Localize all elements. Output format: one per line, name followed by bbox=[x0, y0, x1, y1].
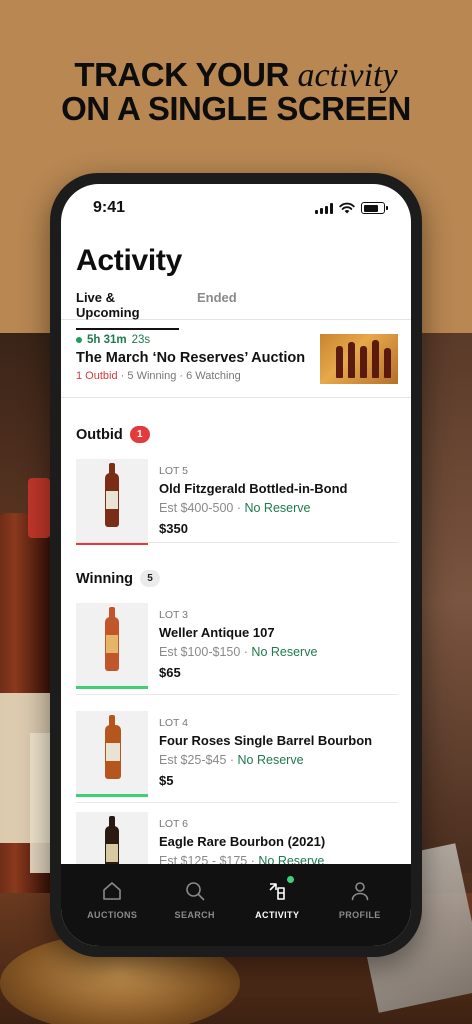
wifi-icon bbox=[339, 202, 355, 214]
tab-live-upcoming[interactable]: Live & Upcoming bbox=[76, 290, 179, 330]
notification-dot bbox=[287, 876, 295, 883]
status-time: 9:41 bbox=[93, 199, 126, 216]
battery-icon bbox=[361, 202, 388, 214]
auction-stats: 1 Outbid · 5 Winning · 6 Watching bbox=[76, 370, 241, 382]
divider bbox=[76, 542, 398, 543]
nav-activity[interactable]: ACTIVITY bbox=[242, 864, 312, 946]
tab-bar: Live & Upcoming Ended bbox=[61, 290, 411, 330]
profile-icon bbox=[351, 882, 369, 901]
nav-auctions[interactable]: AUCTIONS bbox=[77, 864, 147, 946]
home-icon bbox=[103, 882, 122, 900]
lot-item[interactable]: LOT 3 Weller Antique 107 Est $100-$150 ·… bbox=[76, 603, 398, 701]
winning-count-badge: 5 bbox=[140, 570, 161, 587]
activity-icon bbox=[266, 876, 295, 902]
nav-search[interactable]: SEARCH bbox=[160, 864, 230, 946]
divider bbox=[76, 802, 398, 803]
search-icon bbox=[185, 882, 205, 901]
winning-status-bar bbox=[76, 794, 148, 797]
winning-status-bar bbox=[76, 686, 148, 689]
auction-card[interactable]: 5h 31m 23s The March ‘No Reserves’ Auctio… bbox=[61, 328, 411, 398]
status-bar: 9:41 bbox=[61, 184, 411, 230]
tab-ended[interactable]: Ended bbox=[197, 290, 237, 313]
auction-title: The March ‘No Reserves’ Auction bbox=[76, 350, 306, 366]
lot-thumbnail bbox=[76, 459, 148, 545]
headline-bold: TRACK YOUR bbox=[74, 56, 289, 93]
auction-thumbnail bbox=[320, 334, 398, 384]
page-title: Activity bbox=[76, 244, 182, 277]
nav-profile[interactable]: PROFILE bbox=[325, 864, 395, 946]
bottom-nav: AUCTIONS SEARCH ACTIVITY PROFILE bbox=[61, 864, 411, 946]
lot-item[interactable]: LOT 4 Four Roses Single Barrel Bourbon E… bbox=[76, 711, 398, 809]
marketing-headline: TRACK YOUR activity ON A SINGLE SCREEN bbox=[0, 58, 472, 125]
lot-thumbnail bbox=[76, 711, 148, 797]
section-outbid: Outbid 1 bbox=[76, 426, 150, 443]
section-winning: Winning 5 bbox=[76, 570, 161, 587]
phone-screen: 9:41 Activity Live & Upcoming Ended 5h 3… bbox=[61, 184, 411, 946]
headline-italic: activity bbox=[297, 57, 398, 94]
outbid-count-badge: 1 bbox=[129, 426, 150, 443]
signal-icon bbox=[315, 202, 333, 214]
headline-line2: ON A SINGLE SCREEN bbox=[61, 90, 411, 127]
lot-thumbnail bbox=[76, 603, 148, 689]
auction-timer: 5h 31m 23s bbox=[76, 334, 150, 346]
live-dot-icon bbox=[76, 337, 82, 343]
divider bbox=[76, 694, 398, 695]
phone-frame: 9:41 Activity Live & Upcoming Ended 5h 3… bbox=[50, 173, 422, 957]
